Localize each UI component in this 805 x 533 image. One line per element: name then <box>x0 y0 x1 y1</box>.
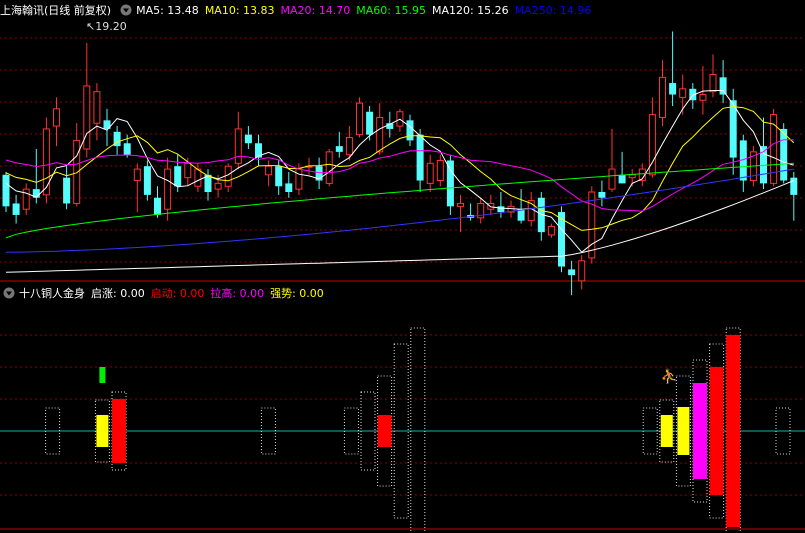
candle-body <box>345 137 353 156</box>
candle-body <box>265 165 273 176</box>
indicator-red-bar <box>726 335 741 527</box>
candle-body <box>234 128 242 164</box>
indicator-qizhang: 启涨: 0.00 <box>91 287 145 300</box>
candle-body <box>83 85 91 150</box>
candle-body <box>285 183 293 192</box>
candle-body <box>446 160 454 207</box>
ma5-label: MA5: 13.48 <box>136 3 199 17</box>
candle-body <box>669 83 677 95</box>
ma10-label: MA10: 13.83 <box>204 3 275 17</box>
candle-body <box>295 168 303 190</box>
candle-body <box>588 191 596 259</box>
candle-body <box>174 166 182 187</box>
indicator-red-bar <box>709 367 724 495</box>
indicator-qiangshi: 强势: 0.00 <box>270 287 324 300</box>
high-price-arrow-icon: ↖ <box>86 20 96 33</box>
candle-body <box>719 77 727 95</box>
indicator-yellow-bar <box>660 415 673 447</box>
candle-body <box>164 168 172 210</box>
ma250-label: MA250: 14.96 <box>514 3 592 17</box>
candle-body <box>406 120 414 141</box>
candle-body <box>628 174 636 179</box>
candle-body <box>12 203 20 215</box>
candle-body <box>214 182 222 190</box>
candle-body <box>699 94 707 101</box>
candle-body <box>224 165 232 187</box>
indicator-yellow-bar <box>96 415 109 447</box>
candle-body <box>436 159 444 182</box>
candle-body <box>42 128 50 196</box>
candle-body <box>376 116 384 153</box>
legend-dropdown-icon[interactable] <box>120 4 132 16</box>
candle-body <box>780 128 788 181</box>
candle-body <box>568 269 576 276</box>
candle-body <box>53 108 60 127</box>
candle-body <box>356 102 363 136</box>
candle-body <box>154 197 161 215</box>
candle-body <box>457 202 464 207</box>
candle-body <box>123 143 131 155</box>
indicator-qidong: 启动: 0.00 <box>150 287 205 300</box>
candle-body <box>679 88 687 98</box>
candle-body <box>275 166 283 187</box>
candle-body <box>335 146 343 152</box>
indicator-red-bar <box>112 399 126 463</box>
candle-body <box>426 162 434 184</box>
indicator-green-marker <box>99 367 106 383</box>
ma60-line <box>5 162 794 239</box>
candle-body <box>659 76 666 118</box>
ma120-label: MA120: 15.26 <box>431 3 509 17</box>
candle-body <box>63 177 71 204</box>
candle-body <box>608 168 616 190</box>
candle-body <box>184 162 192 179</box>
candle-body <box>517 209 525 221</box>
candle-body <box>598 192 606 198</box>
candle-body <box>73 139 81 204</box>
indicator-lagao: 拉高: 0.00 <box>210 287 265 300</box>
candle-body <box>416 134 424 181</box>
main-legend: 上海翰讯(日线 前复权) MA5: 13.48 MA10: 13.83 MA20… <box>0 0 597 20</box>
candle-body <box>143 166 151 195</box>
indicator-magenta-bar <box>693 383 707 479</box>
stock-title: 上海翰讯(日线 前复权) <box>0 4 112 17</box>
candle-body <box>497 206 505 213</box>
candle-body <box>709 73 717 93</box>
high-price-value: 19.20 <box>95 20 127 33</box>
indicator-dropdown-icon[interactable] <box>3 287 15 299</box>
candle-body <box>618 174 626 184</box>
ma60-label: MA60: 15.95 <box>356 3 426 17</box>
indicator-legend: 十八铜人金身 启涨: 0.00 启动: 0.00 拉高: 0.00 强势: 0.… <box>0 283 330 303</box>
candle-body <box>194 168 202 187</box>
candle-body <box>244 134 252 144</box>
candle-body <box>366 111 374 135</box>
candle-body <box>325 151 333 184</box>
ma20-label: MA20: 14.70 <box>280 3 351 17</box>
ma250-line <box>5 168 794 253</box>
indicator-yellow-bar <box>677 407 690 455</box>
candle-body <box>2 174 10 207</box>
candle-body <box>578 260 586 282</box>
candle-body <box>547 225 555 236</box>
indicator-title: 十八铜人金身 <box>19 287 85 300</box>
candle-body <box>790 177 798 195</box>
kline-chart-canvas[interactable]: ⛹ <box>0 0 805 533</box>
indicator-red-bar <box>377 415 392 447</box>
high-price-marker: ↖19.20 <box>86 20 127 33</box>
running-figure-icon: ⛹ <box>661 367 678 385</box>
candle-body <box>133 168 141 182</box>
ma120-line <box>5 180 794 273</box>
candle-body <box>93 91 101 124</box>
